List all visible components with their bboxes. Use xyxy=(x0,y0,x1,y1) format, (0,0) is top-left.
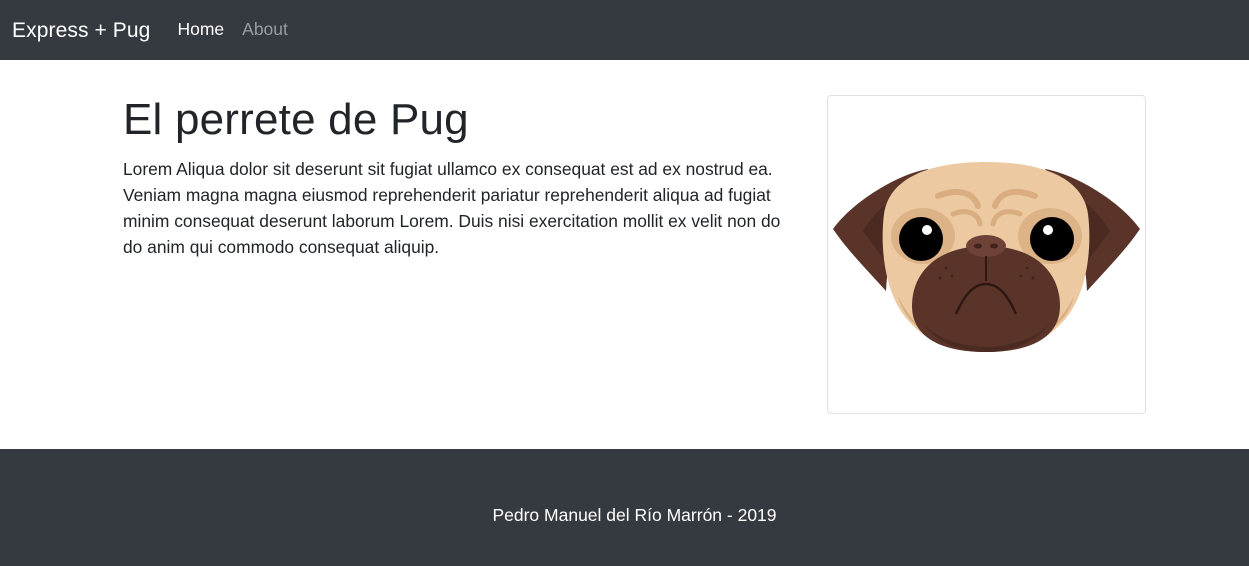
top-navbar: Express + Pug Home About xyxy=(0,0,1249,60)
main-content: El perrete de Pug Lorem Aliqua dolor sit… xyxy=(0,60,1249,449)
footer-text: Pedro Manuel del Río Marrón - 2019 xyxy=(492,504,777,525)
nav-link-about[interactable]: About xyxy=(242,21,288,39)
image-card xyxy=(827,95,1146,414)
nav-links: Home About xyxy=(177,21,305,39)
brand-link[interactable]: Express + Pug xyxy=(12,20,150,41)
description-paragraph: Lorem Aliqua dolor sit deserunt sit fugi… xyxy=(123,159,781,257)
page-footer: Pedro Manuel del Río Marrón - 2019 xyxy=(0,449,1249,566)
page-title: El perrete de Pug xyxy=(123,95,469,144)
pug-face-icon xyxy=(833,162,1140,352)
nav-link-home[interactable]: Home xyxy=(177,21,224,39)
